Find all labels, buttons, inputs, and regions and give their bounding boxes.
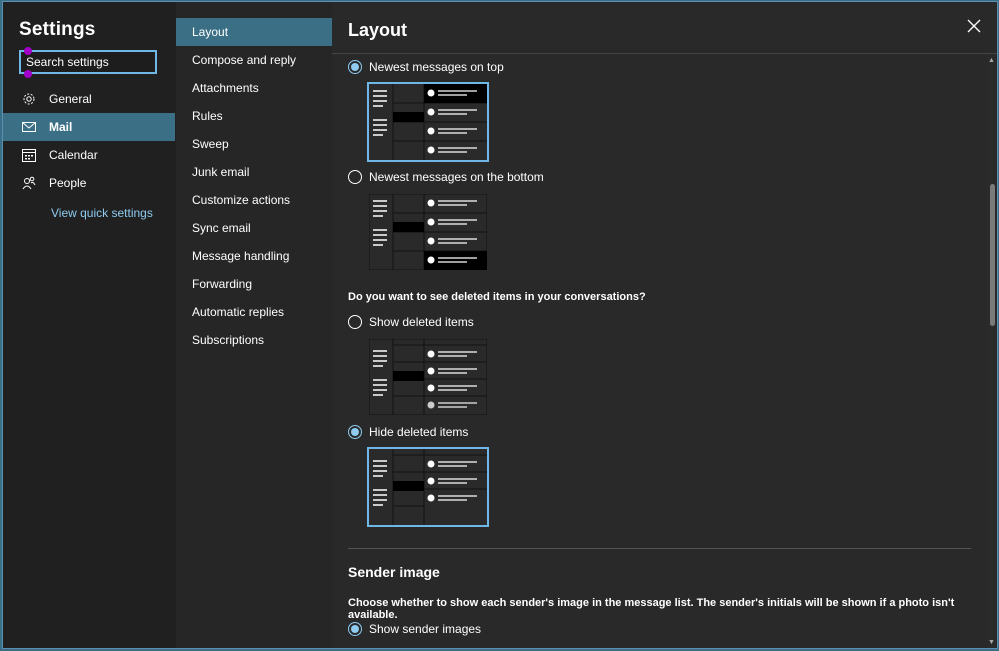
- nav-item-label: Calendar: [49, 148, 98, 162]
- nav-item-label: General: [49, 92, 92, 106]
- settings-sidebar: Settings General Mail Calendar: [3, 2, 177, 648]
- sender-image-title: Sender image: [348, 564, 440, 580]
- nav-item-people[interactable]: People: [3, 169, 175, 197]
- scroll-down-arrow-icon[interactable]: ▼: [988, 639, 995, 646]
- settings-title: Settings: [19, 19, 96, 40]
- radio-show-deleted-items[interactable]: Show deleted items: [348, 315, 474, 329]
- radio-indicator: [348, 60, 362, 74]
- preview-newest-on-bottom[interactable]: [367, 192, 489, 272]
- preview-show-deleted-items[interactable]: [367, 337, 489, 417]
- mail-nav-automatic-replies[interactable]: Automatic replies: [176, 298, 332, 326]
- mail-nav-message-handling[interactable]: Message handling: [176, 242, 332, 270]
- deleted-items-question: Do you want to see deleted items in your…: [348, 291, 646, 303]
- calendar-icon: [21, 147, 37, 163]
- nav-item-calendar[interactable]: Calendar: [3, 141, 175, 169]
- mail-nav-forwarding[interactable]: Forwarding: [176, 270, 332, 298]
- vertical-scrollbar[interactable]: ▲ ▼: [987, 54, 997, 648]
- radio-label: Hide deleted items: [369, 425, 469, 439]
- radio-label: Newest messages on the bottom: [369, 170, 544, 184]
- mail-nav-junk-email[interactable]: Junk email: [176, 158, 332, 186]
- close-icon[interactable]: [967, 19, 983, 35]
- nav-item-general[interactable]: General: [3, 85, 175, 113]
- mail-nav-sweep[interactable]: Sweep: [176, 130, 332, 158]
- search-settings-input[interactable]: [19, 50, 157, 74]
- mail-nav-sync-email[interactable]: Sync email: [176, 214, 332, 242]
- radio-indicator: [348, 622, 362, 636]
- mail-nav-customize-actions[interactable]: Customize actions: [176, 186, 332, 214]
- layout-settings-pane: Layout Newest messages on top Newest mes…: [332, 2, 997, 648]
- people-icon: [21, 175, 37, 191]
- view-quick-settings-link[interactable]: View quick settings: [51, 206, 153, 220]
- mail-nav-layout[interactable]: Layout: [176, 18, 332, 46]
- radio-show-sender-images[interactable]: Show sender images: [348, 622, 481, 636]
- mail-nav-attachments[interactable]: Attachments: [176, 74, 332, 102]
- sender-image-description: Choose whether to show each sender's ima…: [348, 597, 955, 621]
- radio-indicator: [348, 425, 362, 439]
- nav-item-mail[interactable]: Mail: [3, 113, 175, 141]
- focus-marker-top: [24, 47, 32, 55]
- scrollbar-thumb[interactable]: [990, 184, 995, 326]
- gear-icon: [21, 91, 37, 107]
- scroll-up-arrow-icon[interactable]: ▲: [988, 57, 995, 64]
- focus-marker-bottom: [24, 70, 32, 78]
- nav-item-label: People: [49, 176, 87, 190]
- preview-hide-deleted-items[interactable]: [367, 447, 489, 527]
- section-divider: [348, 548, 971, 549]
- radio-newest-on-bottom[interactable]: Newest messages on the bottom: [348, 170, 544, 184]
- radio-indicator: [348, 170, 362, 184]
- radio-indicator: [348, 315, 362, 329]
- radio-newest-on-top[interactable]: Newest messages on top: [348, 60, 504, 74]
- settings-window: Settings General Mail Calendar: [2, 1, 998, 649]
- radio-label: Show sender images: [369, 622, 482, 636]
- pane-header: Layout: [332, 2, 997, 54]
- mail-nav-compose-and-reply[interactable]: Compose and reply: [176, 46, 332, 74]
- radio-label: Newest messages on top: [369, 60, 504, 74]
- mail-icon: [21, 119, 37, 135]
- settings-nav: General Mail Calendar People: [3, 85, 175, 197]
- preview-newest-on-top[interactable]: [367, 82, 489, 162]
- mail-settings-nav: Layout Compose and reply Attachments Rul…: [176, 2, 332, 648]
- radio-hide-deleted-items[interactable]: Hide deleted items: [348, 425, 468, 439]
- mail-nav-rules[interactable]: Rules: [176, 102, 332, 130]
- layout-content: Newest messages on top Newest messages o…: [332, 54, 985, 648]
- mail-nav-subscriptions[interactable]: Subscriptions: [176, 326, 332, 354]
- page-title: Layout: [348, 20, 408, 40]
- radio-label: Show deleted items: [369, 315, 474, 329]
- nav-item-label: Mail: [49, 120, 73, 134]
